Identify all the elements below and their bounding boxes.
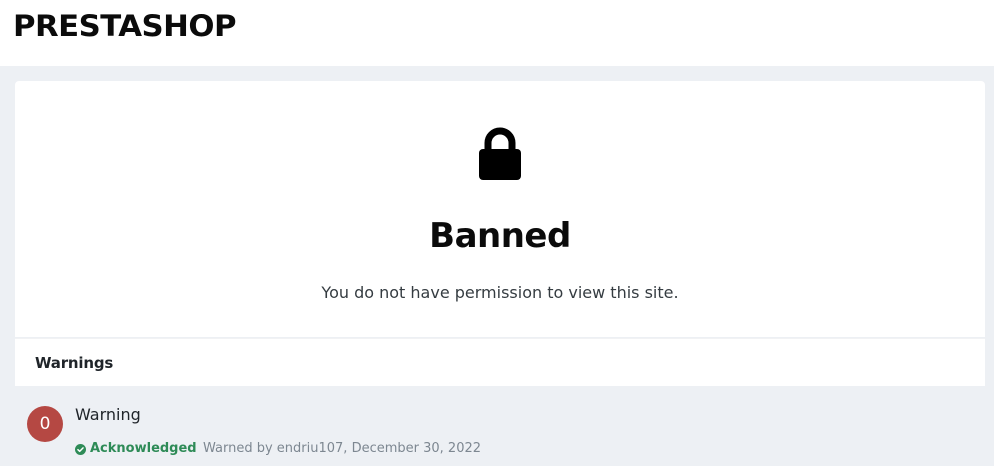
banned-title: Banned xyxy=(429,216,571,256)
warnings-title: Warnings xyxy=(35,354,114,372)
warning-list-item: 0 Warning Acknowledged Warned by endriu1… xyxy=(0,386,994,466)
warning-points-badge: 0 xyxy=(27,406,63,442)
warning-meta: Warned by endriu107, December 30, 2022 xyxy=(203,441,482,456)
warning-title[interactable]: Warning xyxy=(75,405,141,425)
acknowledged-label: Acknowledged xyxy=(90,441,197,456)
warnings-section-header: Warnings xyxy=(15,338,985,386)
check-circle-icon xyxy=(75,443,86,455)
banned-message: You do not have permission to view this … xyxy=(321,283,679,302)
site-header: PRESTASHOP xyxy=(0,0,994,66)
acknowledged-status: Acknowledged xyxy=(75,441,197,457)
lock-icon xyxy=(479,127,521,180)
site-logo[interactable]: PRESTASHOP xyxy=(13,9,236,43)
